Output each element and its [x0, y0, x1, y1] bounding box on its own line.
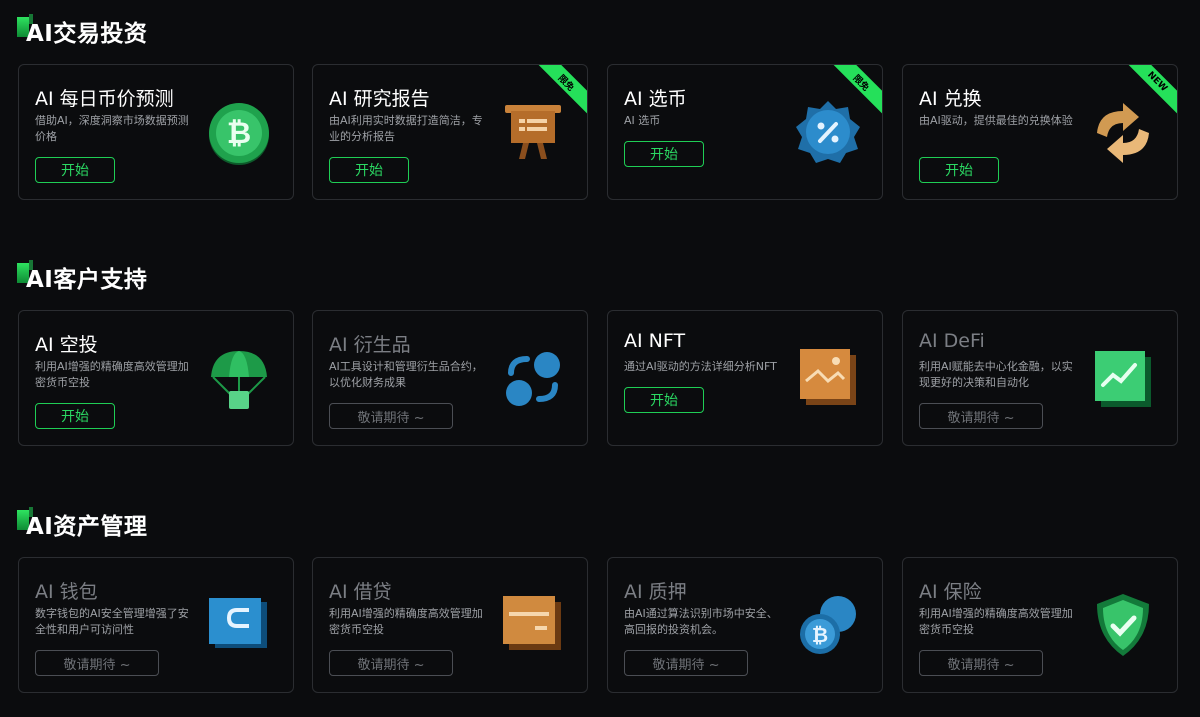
section-title-asset: AI资产管理 [17, 507, 147, 541]
parachute-airdrop-icon [203, 343, 275, 415]
card-desc: 数字钱包的AI安全管理增强了安全性和用户可访问性 [35, 607, 189, 636]
defi-chart-icon [1087, 343, 1159, 415]
derivatives-link-icon [497, 343, 569, 415]
card-desc: 由AI驱动，提供最佳的兑换体验 [919, 114, 1073, 127]
start-button[interactable]: 开始 [35, 403, 115, 429]
card-desc: 利用AI增强的精确度高效管理加密货币空投 [329, 607, 483, 636]
card-staking[interactable]: AI 质押 由AI通过算法识别市场中安全、高回报的投资机会。 敬请期待 ~ ₿ [607, 557, 883, 693]
card-nft[interactable]: AI NFT 通过AI驱动的方法详细分析NFT 开始 [607, 310, 883, 446]
percent-badge-icon [792, 97, 864, 169]
card-exchange[interactable]: NEW AI 兑换 由AI驱动，提供最佳的兑换体验 开始 [902, 64, 1178, 200]
card-desc: 利用AI增强的精确度高效管理加密货币空投 [919, 607, 1073, 636]
coming-soon-button[interactable]: 敬请期待 ~ [329, 650, 453, 676]
svg-text:₿: ₿ [227, 116, 251, 151]
section-title-trading: AI交易投资 [17, 14, 147, 48]
card-title: AI 衍生品 [329, 334, 411, 356]
bitcoin-coin-icon: ₿ [203, 97, 275, 169]
card-title: AI 质押 [624, 581, 687, 603]
card-defi[interactable]: AI DeFi 利用AI赋能去中心化金融，以实现更好的决策和自动化 敬请期待 ~ [902, 310, 1178, 446]
card-title: AI 借贷 [329, 581, 392, 603]
card-title: AI 研究报告 [329, 88, 430, 110]
card-wallet[interactable]: AI 钱包 数字钱包的AI安全管理增强了安全性和用户可访问性 敬请期待 ~ [18, 557, 294, 693]
start-button[interactable]: 开始 [35, 157, 115, 183]
card-derivatives[interactable]: AI 衍生品 AI工具设计和管理衍生品合约，以优化财务成果 敬请期待 ~ [312, 310, 588, 446]
coming-soon-button[interactable]: 敬请期待 ~ [919, 650, 1043, 676]
coming-soon-button[interactable]: 敬请期待 ~ [329, 403, 453, 429]
loan-card-icon [497, 590, 569, 662]
nft-image-icon [792, 343, 864, 415]
card-coin-selection[interactable]: 限免 AI 选币 AI 选币 开始 [607, 64, 883, 200]
coming-soon-button[interactable]: 敬请期待 ~ [35, 650, 159, 676]
card-title: AI DeFi [919, 330, 985, 352]
coming-soon-button[interactable]: 敬请期待 ~ [919, 403, 1043, 429]
card-research-report[interactable]: 限免 AI 研究报告 由AI利用实时数据打造简洁，专业的分析报告 开始 [312, 64, 588, 200]
start-button[interactable]: 开始 [624, 141, 704, 167]
card-title: AI 钱包 [35, 581, 98, 603]
insurance-shield-icon [1087, 590, 1159, 662]
presentation-board-icon [497, 97, 569, 169]
card-insurance[interactable]: AI 保险 利用AI增强的精确度高效管理加密货币空投 敬请期待 ~ [902, 557, 1178, 693]
card-desc: 利用AI增强的精确度高效管理加密货币空投 [35, 360, 189, 389]
start-button[interactable]: 开始 [624, 387, 704, 413]
exchange-arrows-icon [1087, 97, 1159, 169]
start-button[interactable]: 开始 [919, 157, 999, 183]
card-desc: 由AI通过算法识别市场中安全、高回报的投资机会。 [624, 607, 778, 636]
card-desc: AI 选币 [624, 114, 661, 127]
card-price-prediction[interactable]: AI 每日币价预测 借助AI，深度洞察市场数据预测价格 开始 ₿ [18, 64, 294, 200]
card-title: AI 选币 [624, 88, 687, 110]
card-title: AI 兑换 [919, 88, 982, 110]
wallet-icon [203, 590, 275, 662]
start-button[interactable]: 开始 [329, 157, 409, 183]
staking-coins-icon: ₿ [792, 590, 864, 662]
card-airdrop[interactable]: AI 空投 利用AI增强的精确度高效管理加密货币空投 开始 [18, 310, 294, 446]
card-desc: 通过AI驱动的方法详细分析NFT [624, 360, 777, 373]
card-title: AI NFT [624, 330, 686, 352]
svg-text:₿: ₿ [812, 623, 828, 647]
card-desc: 利用AI赋能去中心化金融，以实现更好的决策和自动化 [919, 360, 1073, 389]
card-desc: AI工具设计和管理衍生品合约，以优化财务成果 [329, 360, 483, 389]
coming-soon-button[interactable]: 敬请期待 ~ [624, 650, 748, 676]
section-title-support: AI客户支持 [17, 260, 147, 294]
card-desc: 由AI利用实时数据打造简洁，专业的分析报告 [329, 114, 483, 143]
card-title: AI 保险 [919, 581, 982, 603]
card-title: AI 空投 [35, 334, 98, 356]
card-loan[interactable]: AI 借贷 利用AI增强的精确度高效管理加密货币空投 敬请期待 ~ [312, 557, 588, 693]
card-title: AI 每日币价预测 [35, 88, 174, 110]
card-desc: 借助AI，深度洞察市场数据预测价格 [35, 114, 189, 143]
